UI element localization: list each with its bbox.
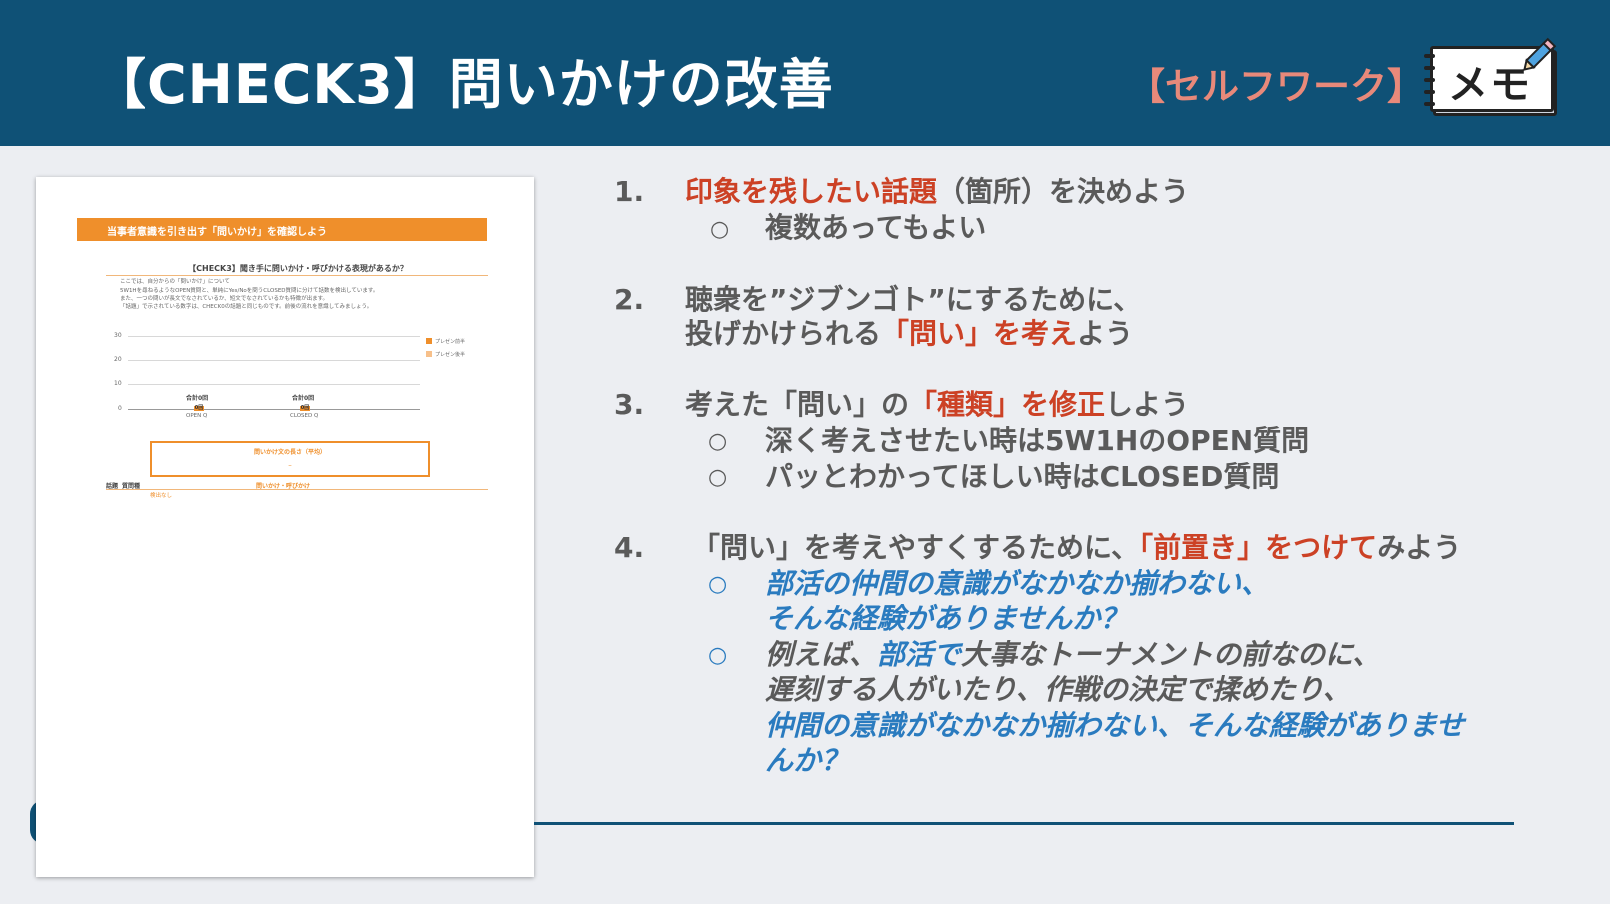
item-line: 深く考えさせたい時は5W1HのOPEN質問 xyxy=(765,423,1309,459)
average-length-value: – xyxy=(288,461,292,469)
bullet-icon: ○ xyxy=(708,429,728,454)
item-line: んか？ xyxy=(765,743,849,779)
y-tick: 10 xyxy=(114,380,122,387)
y-tick: 30 xyxy=(114,332,122,339)
item-text: 部活で xyxy=(877,638,962,671)
item-text: んか？ xyxy=(765,744,850,777)
item-text: しよう xyxy=(1105,388,1190,421)
gridline xyxy=(128,360,420,361)
item-text: 印象を残したい話題 xyxy=(685,175,938,208)
item-number: 4. xyxy=(614,531,645,564)
item-line: 聴衆を”ジブンゴト”にするために、 xyxy=(685,282,1141,318)
average-length-title: 問いかけ文の長さ（平均） xyxy=(253,449,326,456)
report-question: 【CHECK3】聞き手に問いかけ・呼びかける表現があるか？ xyxy=(188,264,408,273)
item-text: 「問い」を考え xyxy=(881,317,1078,350)
item-number: 1. xyxy=(614,175,645,208)
report-desc-line: 5W1Hを尋ねるようなOPEN質問と、単純にYes/Noを問うCLOSED質問に… xyxy=(120,288,379,294)
legend-swatch xyxy=(426,338,432,344)
legend-swatch xyxy=(426,351,432,357)
item-line: 部活の仲間の意識がなかなか揃わない、 xyxy=(765,566,1269,602)
item-line: パッとわかってほしい時はCLOSED質問 xyxy=(765,459,1279,495)
item-line: そんな経験がありませんか？ xyxy=(765,601,1128,637)
gridline xyxy=(128,384,420,385)
report-desc-line: 「話題」で示されている数字は、CHECK0の話題と同じものです。前後の流れを意識… xyxy=(120,304,373,310)
selfwork-label: 【セルフワーク】 xyxy=(1128,65,1424,108)
item-text: 部活の仲間の意識がなかなか揃わない、 xyxy=(765,567,1270,600)
item-number: 2. xyxy=(614,283,645,316)
item-text: 「前置き」をつけて xyxy=(1139,531,1378,564)
pencil-icon xyxy=(1523,37,1557,71)
item-text: 投げかけられる xyxy=(685,317,882,350)
item-text: パッとわかってほしい時はCLOSED質問 xyxy=(765,460,1280,493)
bar-value: 0回 xyxy=(300,405,310,411)
item-line: 例えば、部活で大事なトーナメントの前なのに、 xyxy=(765,637,1380,673)
item-text: 大事なトーナメントの前なのに、 xyxy=(961,638,1381,671)
bar-value: 0回 xyxy=(194,405,204,411)
title-bar: 【CHECK3】問いかけの改善 【セルフワーク】 メモ xyxy=(0,0,1610,146)
gridline xyxy=(128,336,420,337)
bottom-rule xyxy=(534,822,1514,825)
item-text: 「種類」を修正 xyxy=(909,388,1106,421)
item-text: そんな経験がありませんか？ xyxy=(765,602,1129,635)
y-tick: 20 xyxy=(114,356,122,363)
bullet-icon: ○ xyxy=(708,465,728,490)
item-line: 遅刻する人がいたり、作戦の決定で揉めたり、 xyxy=(765,672,1351,708)
page-title: 【CHECK3】問いかけの改善 xyxy=(92,53,834,116)
legend-label: プレゼン後半 xyxy=(435,352,466,358)
item-line: 考えた「問い」の「種類」を修正しよう xyxy=(685,387,1189,423)
average-length-box: 問いかけ文の長さ（平均） – xyxy=(150,441,430,477)
item-line: 「問い」を考えやすくするために、「前置き」をつけてみよう xyxy=(692,530,1461,566)
report-desc-line: また、一つの問いが長文でなされているか、短文でなされているかも特徴が出ます。 xyxy=(120,296,329,302)
item-text: 聴衆を”ジブンゴト”にするために、 xyxy=(685,283,1142,316)
divider xyxy=(106,275,488,276)
item-line: 投げかけられる「問い」を考えよう xyxy=(685,316,1133,352)
item-text: （箇所）を決めよう xyxy=(937,175,1190,208)
memo-rings xyxy=(1424,54,1435,114)
item-text: 複数あってもよい xyxy=(765,211,987,244)
y-tick: 0 xyxy=(118,405,122,412)
item-text: 考えた「問い」の xyxy=(685,388,910,421)
divider xyxy=(106,489,488,490)
item-line: 印象を残したい話題（箇所）を決めよう xyxy=(685,174,1189,210)
item-text: 仲間の意識がなかなか揃わない、そんな経験がありませ xyxy=(765,709,1465,742)
table-empty: 検出なし xyxy=(150,493,173,499)
item-number: 3. xyxy=(614,388,645,421)
item-text: よう xyxy=(1077,317,1134,350)
report-desc-line: ここでは、自分からの「問いかけ」について xyxy=(120,279,230,285)
item-text: みよう xyxy=(1377,531,1462,564)
category-total: 合計0回 xyxy=(292,395,315,402)
item-text: 深く考えさせたい時は5W1HのOPEN質問 xyxy=(765,424,1310,457)
item-line: 複数あってもよい xyxy=(765,210,986,246)
bullet-icon: ○ xyxy=(710,217,730,242)
category-label: CLOSED Q xyxy=(290,413,319,419)
category-label: OPEN Q xyxy=(186,413,208,419)
report-thumbnail: 当事者意識を引き出す「問いかけ」を確認しよう 【CHECK3】聞き手に問いかけ・… xyxy=(36,177,534,877)
report-banner: 当事者意識を引き出す「問いかけ」を確認しよう xyxy=(77,218,487,241)
item-text: 遅刻する人がいたり、作戦の決定で揉めたり、 xyxy=(765,673,1351,706)
x-axis xyxy=(128,409,420,410)
legend-label: プレゼン前半 xyxy=(435,339,466,345)
item-text: 「問い」を考えやすくするために、 xyxy=(692,531,1140,564)
item-text: 例えば、 xyxy=(765,638,878,671)
item-line: 仲間の意識がなかなか揃わない、そんな経験がありませ xyxy=(765,708,1464,744)
category-total: 合計0回 xyxy=(186,395,209,402)
bullet-icon: ○ xyxy=(708,572,728,597)
bullet-icon: ○ xyxy=(708,643,728,668)
memo-icon: メモ xyxy=(1424,37,1558,116)
